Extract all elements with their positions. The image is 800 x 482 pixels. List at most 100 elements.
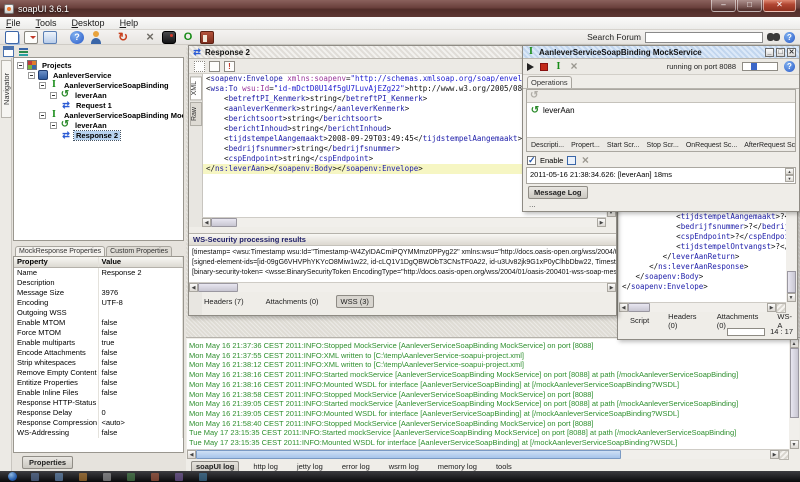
- property-row[interactable]: NameResponse 2: [14, 268, 183, 278]
- scroll-right-icon[interactable]: ▶: [770, 450, 779, 459]
- collapse-toggle-icon[interactable]: [28, 72, 35, 79]
- workspace-icon[interactable]: [3, 46, 14, 57]
- scroll-right-icon[interactable]: ▶: [607, 283, 616, 292]
- message-log-entry[interactable]: 2011-05-16 21:38:34.626: [leverAan] 18ms: [530, 170, 792, 179]
- refresh-icon[interactable]: [116, 31, 130, 44]
- properties-panel-button[interactable]: Properties: [22, 456, 73, 469]
- taskbar-icon[interactable]: [151, 473, 159, 481]
- minimize-button[interactable]: –: [711, 0, 736, 12]
- tab-operations[interactable]: Operations: [527, 76, 572, 88]
- scrollbar-thumb[interactable]: [790, 348, 799, 418]
- frame-close-icon[interactable]: ✕: [787, 48, 796, 57]
- search-icon[interactable]: [767, 32, 780, 42]
- tab-attachments-0[interactable]: Attachments (0): [261, 295, 324, 308]
- o-logo-icon[interactable]: [181, 31, 195, 44]
- dock-icon[interactable]: [567, 156, 576, 165]
- menu-file[interactable]: File: [6, 18, 21, 28]
- collapse-toggle-icon[interactable]: [39, 112, 46, 119]
- validate-icon[interactable]: [224, 61, 235, 72]
- tab-descripti[interactable]: Descripti...: [531, 142, 564, 149]
- collapse-toggle-icon[interactable]: [39, 82, 46, 89]
- start-orb-icon[interactable]: [8, 472, 17, 481]
- wss-results-content[interactable]: [timestamp= <wsu:Timestamp wsu:Id="Times…: [189, 246, 616, 282]
- frame-minimize-icon[interactable]: _: [765, 48, 774, 57]
- resize-grip[interactable]: [779, 450, 789, 460]
- scroll-down-icon[interactable]: ▼: [790, 440, 799, 449]
- scrollbar-thumb[interactable]: [198, 283, 238, 292]
- log-options-icon[interactable]: ×: [580, 156, 590, 166]
- tree-item-aanleverservice[interactable]: AanleverService: [14, 70, 183, 80]
- navigator-tab[interactable]: Navigator: [1, 60, 12, 118]
- taskbar-icon[interactable]: [103, 473, 111, 481]
- tab-propert[interactable]: Propert...: [571, 142, 600, 149]
- property-row[interactable]: Response HTTP-Status: [14, 398, 183, 408]
- property-row[interactable]: Response Delay0: [14, 408, 183, 418]
- property-row[interactable]: Response Compression<auto>: [14, 418, 183, 428]
- property-row[interactable]: Enable multipartstrue: [14, 338, 183, 348]
- scroll-left-icon[interactable]: ◀: [619, 303, 628, 312]
- recreate-response-icon[interactable]: [194, 61, 205, 72]
- property-row[interactable]: Encode Attachmentsfalse: [14, 348, 183, 358]
- horizontal-scrollbar[interactable]: ◀ ▶: [187, 449, 789, 459]
- collapse-toggle-icon[interactable]: [50, 122, 57, 129]
- spin-down-icon[interactable]: ▼: [785, 175, 794, 182]
- run-mockservice-icon[interactable]: [527, 63, 534, 71]
- menu-tools[interactable]: Tools: [36, 18, 57, 28]
- import-project-icon[interactable]: [24, 31, 38, 44]
- editor-tab-xml[interactable]: XML: [190, 76, 202, 100]
- scroll-left-icon[interactable]: ◀: [187, 450, 196, 459]
- horizontal-scrollbar[interactable]: ◀ ▶: [202, 217, 606, 227]
- new-project-icon[interactable]: [5, 31, 19, 44]
- collapse-toggle-icon[interactable]: [17, 62, 24, 69]
- property-row[interactable]: Enable Inline Filesfalse: [14, 388, 183, 398]
- property-row[interactable]: WS-Addressingfalse: [14, 428, 183, 438]
- scroll-left-icon[interactable]: ◀: [202, 218, 211, 227]
- user-icon[interactable]: [89, 31, 103, 44]
- property-row[interactable]: EncodingUTF-8: [14, 298, 183, 308]
- editor-tab-raw[interactable]: Raw: [190, 102, 202, 126]
- help-icon[interactable]: ?: [784, 61, 795, 72]
- property-row[interactable]: Outgoing WSS: [14, 308, 183, 318]
- frame-maximize-icon[interactable]: □: [776, 48, 785, 57]
- taskbar-icon[interactable]: [79, 473, 87, 481]
- preferences-icon[interactable]: [143, 31, 157, 44]
- message-log-tab[interactable]: Message Log: [528, 186, 588, 199]
- tab-custom-properties[interactable]: Custom Properties: [106, 246, 172, 256]
- tree-legend-icon[interactable]: [18, 46, 29, 57]
- scrollbar-thumb[interactable]: [628, 303, 650, 312]
- jar-icon[interactable]: [162, 31, 176, 44]
- save-all-icon[interactable]: [43, 31, 57, 44]
- tree-item-leveraan[interactable]: leverAan: [14, 120, 183, 130]
- tree-item-projects[interactable]: Projects: [14, 60, 183, 70]
- vertical-scrollbar[interactable]: ▲ ▼: [789, 339, 799, 449]
- tab-onrequest-sc[interactable]: OnRequest Sc...: [686, 142, 737, 149]
- tree-item-aanleverservicesoapbinding[interactable]: AanleverServiceSoapBinding: [14, 80, 183, 90]
- scrollbar-thumb[interactable]: [196, 450, 621, 459]
- taskbar-icon[interactable]: [31, 473, 39, 481]
- menu-help[interactable]: Help: [120, 18, 139, 28]
- exit-icon[interactable]: [200, 31, 214, 44]
- help-icon[interactable]: ?: [784, 32, 795, 43]
- property-row[interactable]: Message Size3976: [14, 288, 183, 298]
- soapui-log-list[interactable]: Mon May 16 21:37:36 CEST 2011:INFO:Stopp…: [187, 339, 789, 449]
- scrollbar-thumb[interactable]: [787, 271, 796, 293]
- mockservice-window-titlebar[interactable]: AanleverServiceSoapBinding MockService _…: [523, 46, 799, 59]
- tab-start-scr[interactable]: Start Scr...: [607, 142, 640, 149]
- taskbar-icon[interactable]: [199, 473, 207, 481]
- options-icon[interactable]: ×: [569, 62, 579, 72]
- collapse-toggle-icon[interactable]: [50, 92, 57, 99]
- enable-checkbox[interactable]: [527, 156, 536, 165]
- horizontal-scrollbar[interactable]: ◀ ▶: [189, 282, 616, 292]
- search-forum-input[interactable]: [645, 32, 763, 43]
- tab-afterrequest-sc[interactable]: AfterRequest Sc...: [744, 142, 795, 149]
- scroll-up-icon[interactable]: ▲: [790, 339, 799, 348]
- scrollbar-thumb[interactable]: [211, 218, 237, 227]
- tree-item-aanleverservicesoapbinding-mockservice[interactable]: AanleverServiceSoapBinding MockService: [14, 110, 183, 120]
- property-row[interactable]: Remove Empty Contentfalse: [14, 368, 183, 378]
- taskbar-icon[interactable]: [175, 473, 183, 481]
- scroll-down-icon[interactable]: ▼: [787, 293, 796, 302]
- taskbar-icon[interactable]: [127, 473, 135, 481]
- tab-stop-scr[interactable]: Stop Scr...: [647, 142, 679, 149]
- tree-item-response-2[interactable]: Response 2: [14, 130, 183, 140]
- pretty-print-icon[interactable]: [209, 61, 220, 72]
